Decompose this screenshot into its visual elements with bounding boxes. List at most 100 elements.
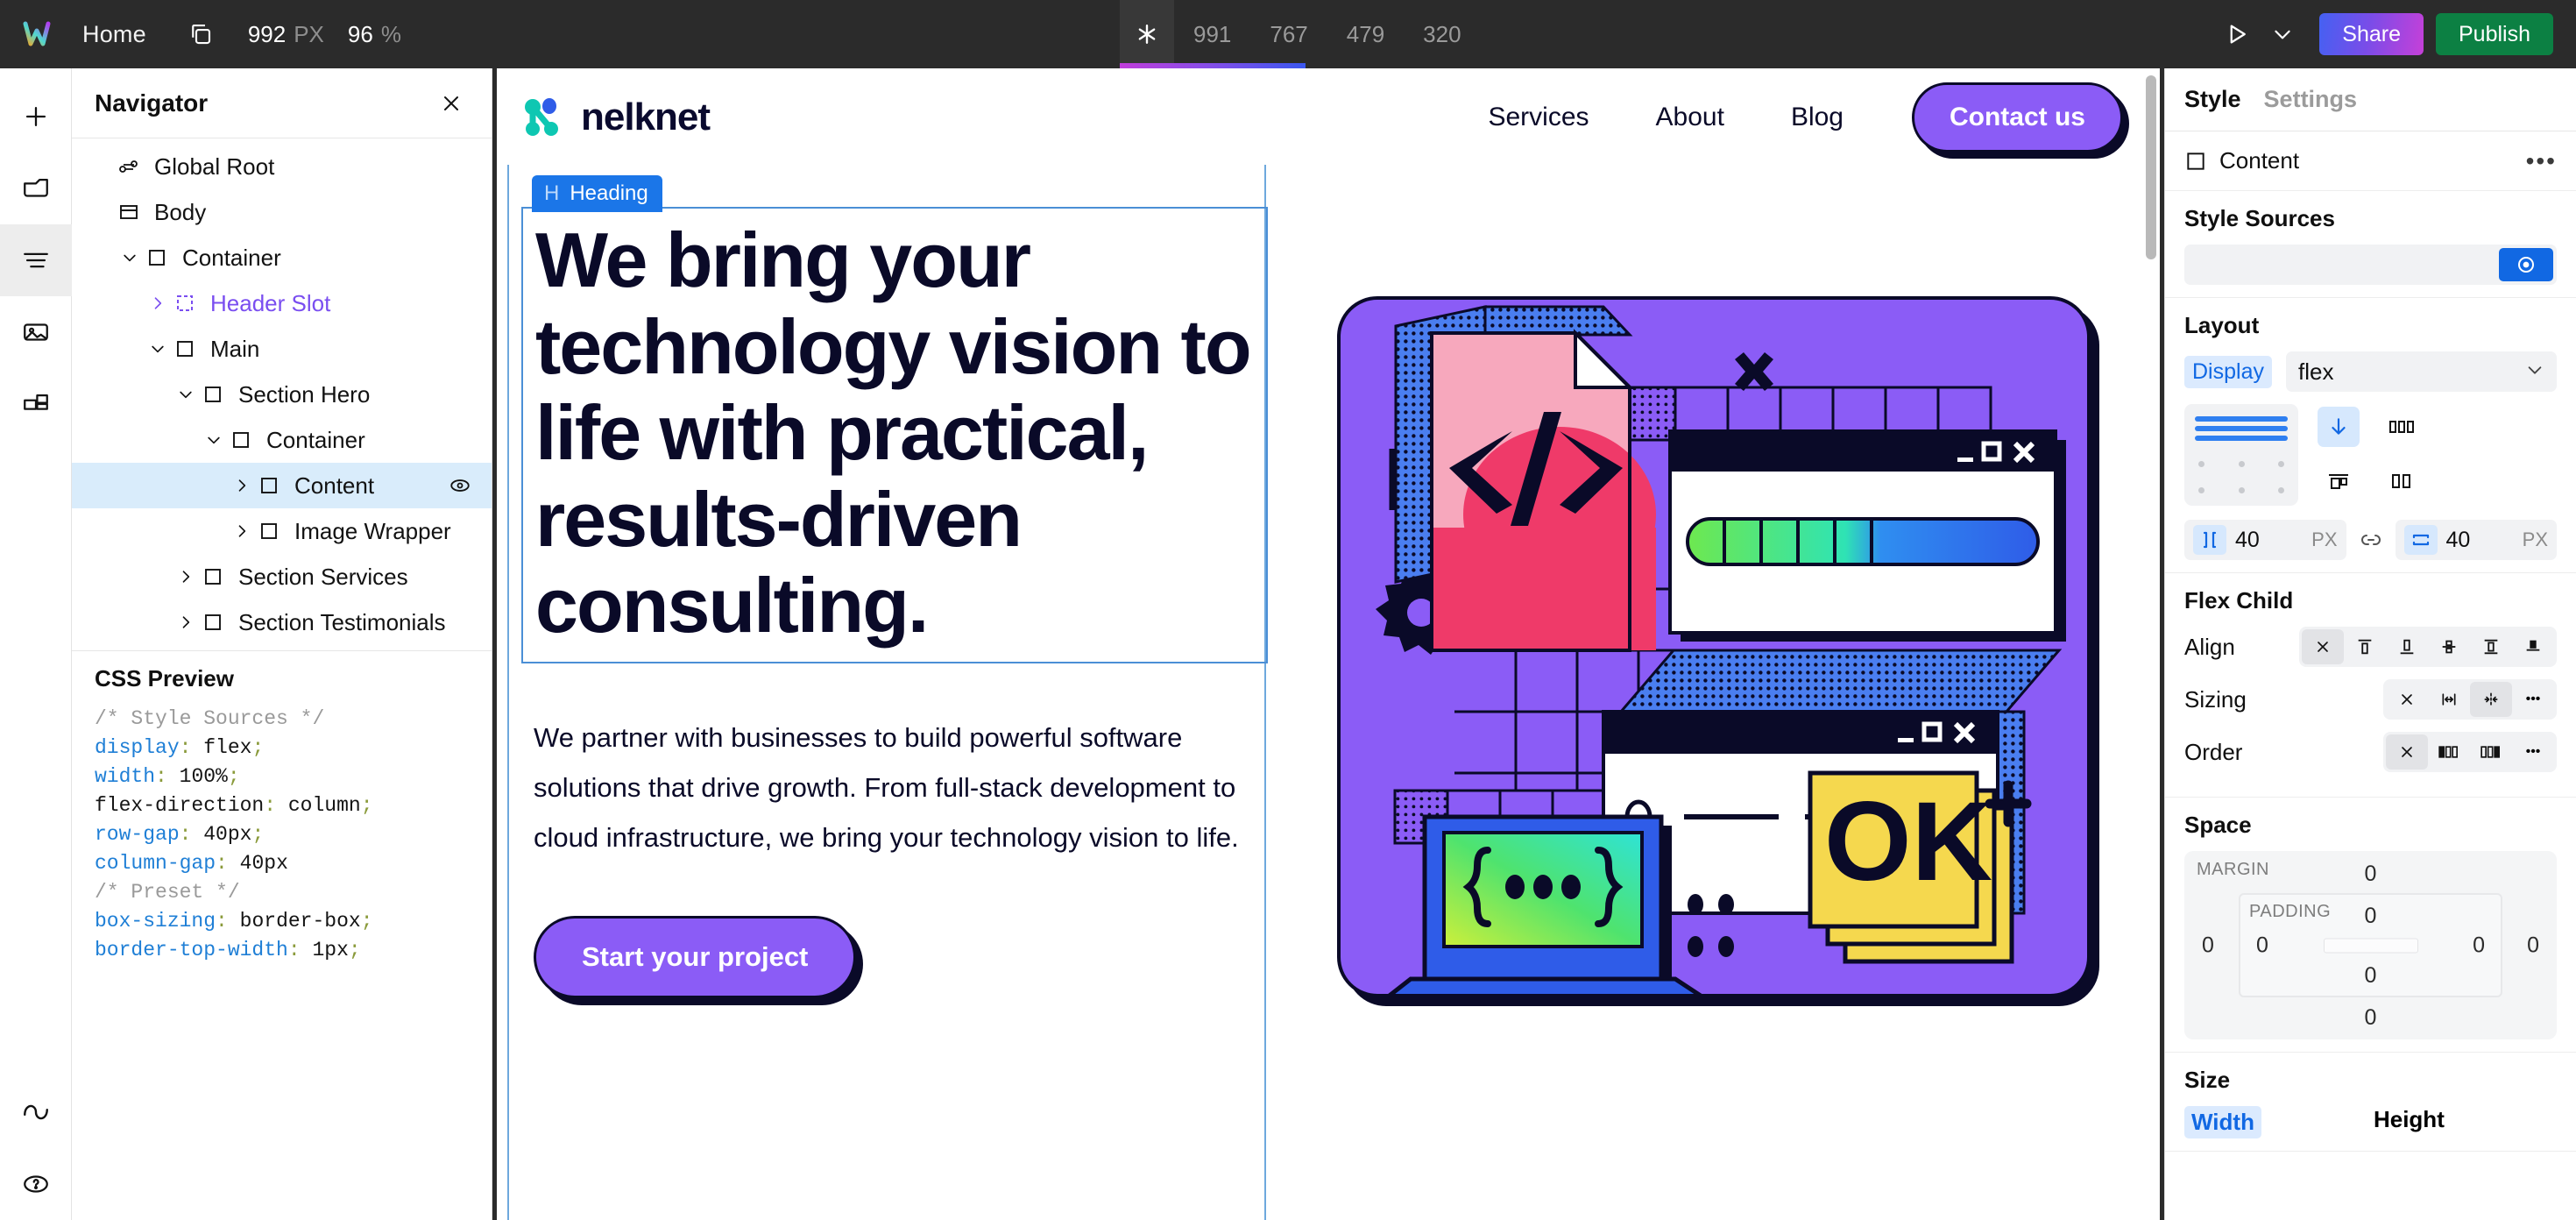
chevron-down-icon[interactable] bbox=[2260, 11, 2305, 57]
margin-right-value[interactable]: 0 bbox=[2527, 933, 2539, 958]
tree-item-image-wrapper[interactable]: Image Wrapper bbox=[72, 508, 492, 554]
animation-icon[interactable] bbox=[0, 1076, 72, 1148]
align-items-start-icon[interactable] bbox=[2318, 461, 2360, 501]
breakpoint-320[interactable]: 320 bbox=[1404, 0, 1480, 68]
tree-item-global-root[interactable]: Global Root bbox=[72, 144, 492, 189]
align-items-pad[interactable] bbox=[2184, 404, 2298, 506]
start-your-project-button[interactable]: Start your project bbox=[534, 915, 857, 998]
padding-right-value[interactable]: 0 bbox=[2473, 933, 2485, 958]
tree-item-container[interactable]: Container bbox=[72, 235, 492, 280]
duplicate-page-icon[interactable] bbox=[176, 10, 225, 59]
style-source-target-icon[interactable] bbox=[2499, 248, 2553, 281]
align-pad-lines bbox=[2195, 416, 2288, 441]
display-label[interactable]: Display bbox=[2184, 355, 2272, 388]
twisty-icon[interactable] bbox=[173, 614, 198, 631]
tab-style[interactable]: Style bbox=[2184, 86, 2241, 113]
padding-bottom-value[interactable]: 0 bbox=[2365, 963, 2377, 989]
padding-left-value[interactable]: 0 bbox=[2256, 933, 2268, 958]
margin-bottom-value[interactable]: 0 bbox=[2365, 1005, 2377, 1031]
tree-item-header-slot[interactable]: Header Slot bbox=[72, 280, 492, 326]
width-label[interactable]: Width bbox=[2184, 1106, 2261, 1138]
align-start-icon[interactable] bbox=[2344, 629, 2386, 664]
add-icon[interactable] bbox=[0, 81, 72, 152]
margin-left-value[interactable]: 0 bbox=[2202, 933, 2214, 958]
navigator-tree[interactable]: Global Root Body Container Header Slot Main S… bbox=[72, 138, 492, 650]
space-control[interactable]: MARGIN 0 0 0 0 PADDING 0 0 0 0 bbox=[2184, 851, 2557, 1039]
tree-item-container[interactable]: Container bbox=[72, 417, 492, 463]
order-row: Order ••• bbox=[2184, 732, 2557, 772]
align-baseline-icon[interactable] bbox=[2512, 629, 2554, 664]
box-icon bbox=[226, 429, 256, 450]
nav-link-about[interactable]: About bbox=[1623, 103, 1758, 132]
preview-play-icon[interactable] bbox=[2214, 11, 2260, 57]
share-button[interactable]: Share bbox=[2319, 13, 2424, 55]
canvas-scrollbar[interactable] bbox=[2146, 75, 2156, 259]
size-section: Size Width Height bbox=[2165, 1053, 2576, 1152]
website-canvas[interactable]: nelknet Services About Blog Contact us H… bbox=[497, 68, 2160, 1220]
page-name-label[interactable]: Home bbox=[82, 21, 146, 48]
tree-item-body[interactable]: Body bbox=[72, 189, 492, 235]
site-logo[interactable]: nelknet bbox=[521, 95, 711, 140]
assets-image-icon[interactable] bbox=[0, 296, 72, 368]
nav-link-blog[interactable]: Blog bbox=[1758, 103, 1877, 132]
navigator-icon[interactable] bbox=[0, 224, 72, 296]
justify-content-icon[interactable] bbox=[2381, 461, 2423, 501]
element-menu-icon[interactable]: ••• bbox=[2526, 147, 2557, 175]
row-gap-field[interactable]: 40 PX bbox=[2395, 520, 2557, 560]
tree-item-section-services[interactable]: Section Services bbox=[72, 554, 492, 599]
nav-link-services[interactable]: Services bbox=[1454, 103, 1622, 132]
height-label[interactable]: Height bbox=[2374, 1106, 2445, 1138]
breakpoint-base[interactable] bbox=[1120, 0, 1174, 68]
twisty-icon[interactable] bbox=[173, 386, 198, 403]
order-last-icon[interactable] bbox=[2470, 734, 2512, 770]
sizing-none-icon[interactable] bbox=[2386, 682, 2428, 717]
sizing-shrink-icon[interactable] bbox=[2470, 682, 2512, 717]
visibility-eye-icon[interactable] bbox=[444, 470, 476, 501]
display-select[interactable]: flex bbox=[2285, 351, 2557, 392]
tab-settings[interactable]: Settings bbox=[2264, 86, 2358, 113]
hero-content[interactable]: H Heading We bring your technology visio… bbox=[497, 165, 1268, 1220]
tree-item-main[interactable]: Main bbox=[72, 326, 492, 372]
heading-selected-box[interactable]: We bring your technology vision to life … bbox=[521, 207, 1268, 663]
flex-direction-buttons bbox=[2318, 404, 2442, 504]
padding-control[interactable]: PADDING 0 0 0 0 bbox=[2239, 893, 2502, 997]
twisty-icon[interactable] bbox=[173, 568, 198, 585]
pages-icon[interactable] bbox=[0, 152, 72, 224]
align-end-icon[interactable] bbox=[2386, 629, 2428, 664]
app-logo-icon[interactable] bbox=[12, 10, 61, 59]
publish-button[interactable]: Publish bbox=[2436, 13, 2553, 55]
margin-top-value[interactable]: 0 bbox=[2365, 862, 2377, 887]
column-gap-field[interactable]: 40 PX bbox=[2184, 520, 2346, 560]
twisty-icon[interactable] bbox=[202, 431, 226, 449]
twisty-icon[interactable] bbox=[145, 340, 170, 358]
help-icon[interactable] bbox=[0, 1148, 72, 1220]
components-icon[interactable] bbox=[0, 368, 72, 440]
hero-image-wrapper[interactable]: OK bbox=[1268, 167, 2160, 998]
tree-item-section-hero[interactable]: Section Hero bbox=[72, 372, 492, 417]
twisty-icon[interactable] bbox=[145, 294, 170, 312]
flex-wrap-icon[interactable] bbox=[2381, 407, 2423, 447]
twisty-icon[interactable] bbox=[230, 522, 254, 540]
align-stretch-icon[interactable] bbox=[2470, 629, 2512, 664]
style-sources-input[interactable] bbox=[2184, 245, 2557, 285]
align-none-icon[interactable] bbox=[2302, 629, 2344, 664]
tree-item-content[interactable]: Content bbox=[72, 463, 492, 508]
padding-top-value[interactable]: 0 bbox=[2365, 904, 2377, 929]
breakpoint-479[interactable]: 479 bbox=[1327, 0, 1404, 68]
close-icon[interactable] bbox=[434, 86, 469, 121]
breakpoint-767[interactable]: 767 bbox=[1250, 0, 1327, 68]
order-first-icon[interactable] bbox=[2428, 734, 2470, 770]
link-gaps-icon[interactable] bbox=[2355, 530, 2387, 550]
order-none-icon[interactable] bbox=[2386, 734, 2428, 770]
flex-direction-column-icon[interactable] bbox=[2318, 407, 2360, 447]
breakpoint-991[interactable]: 991 bbox=[1174, 0, 1250, 68]
sizing-more-icon[interactable]: ••• bbox=[2512, 682, 2554, 717]
twisty-icon[interactable] bbox=[230, 477, 254, 494]
twisty-icon[interactable] bbox=[117, 249, 142, 266]
align-center-icon[interactable] bbox=[2428, 629, 2470, 664]
canvas-size-group[interactable]: 992 PX 96 % bbox=[248, 21, 401, 48]
sizing-grow-icon[interactable] bbox=[2428, 682, 2470, 717]
contact-us-button[interactable]: Contact us bbox=[1911, 82, 2123, 152]
tree-item-section-testimonials[interactable]: Section Testimonials bbox=[72, 599, 492, 645]
order-more-icon[interactable]: ••• bbox=[2512, 734, 2554, 770]
